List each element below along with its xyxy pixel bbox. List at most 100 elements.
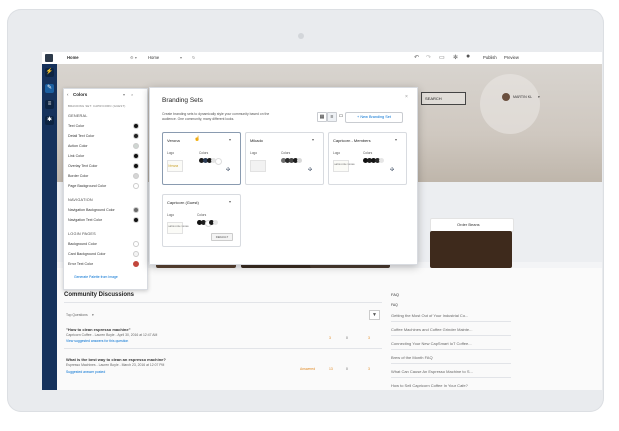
logo-label: Logo <box>167 213 175 217</box>
faq-title: FAQ <box>391 292 400 297</box>
grid-view-icon[interactable]: ▦ <box>317 112 327 122</box>
panel-menu-icon[interactable]: ▾ <box>123 92 125 97</box>
section-heading: LOGIN PAGES <box>68 232 96 236</box>
logo-thumbnail <box>250 160 266 172</box>
back-chevron-icon[interactable]: ‹ <box>67 92 69 97</box>
chevron-down-icon[interactable]: ▾ <box>229 199 231 204</box>
default-badge: DEFAULT <box>211 233 233 241</box>
card-name: Mikado <box>250 138 263 143</box>
color-swatch[interactable] <box>133 241 139 247</box>
color-swatch[interactable] <box>133 183 139 189</box>
generate-palette-link[interactable]: Generate Palette from Image <box>74 275 118 279</box>
settings-gear-icon[interactable]: ✻ <box>453 54 458 61</box>
faq-item[interactable]: Coffee Machines and Coffee Grinder Maint… <box>391 327 472 332</box>
chevron-down-icon[interactable]: ▾ <box>92 313 94 317</box>
refresh-icon[interactable]: ↻ <box>192 55 196 60</box>
avatar[interactable] <box>502 93 510 101</box>
votes-count: 0 <box>346 367 348 371</box>
color-dot <box>215 158 222 165</box>
post-title[interactable]: "How to clean espresso machine" <box>66 327 130 332</box>
color-label: Detail Text Color <box>68 134 95 138</box>
card-name: Verona <box>167 138 180 143</box>
page-label: Home <box>67 55 79 60</box>
color-swatch[interactable] <box>133 143 139 149</box>
undo-icon[interactable]: ↶ <box>414 54 419 61</box>
faq-item[interactable]: How to Sell Capricorn Coffee In Your Caf… <box>391 383 468 388</box>
post-meta: Capricorn Coffee - Lauren Boyle - April … <box>66 333 158 337</box>
cursor-hand-icon: ☝ <box>194 136 201 142</box>
close-icon[interactable]: × <box>405 94 408 100</box>
faq-item[interactable]: Getting the Most Out of Your Industrial … <box>391 313 468 318</box>
chevron-down-icon[interactable]: ▾ <box>180 55 182 60</box>
color-label: Card Background Color <box>68 252 106 256</box>
publish-button[interactable]: Publish <box>483 55 497 60</box>
colors-title: Colors <box>73 92 88 97</box>
section-heading: GENERAL <box>68 114 88 118</box>
chevron-down-icon[interactable]: ▾ <box>395 137 397 142</box>
settings-icon[interactable]: ✱ <box>45 116 54 125</box>
color-swatch[interactable] <box>133 153 139 159</box>
help-icon[interactable]: ● <box>466 53 470 60</box>
suggest-link[interactable]: Suggested answer posted <box>66 370 105 374</box>
color-label: Background Color <box>68 242 97 246</box>
color-dot <box>297 158 302 163</box>
preview-button[interactable]: Preview <box>504 55 519 60</box>
chevron-down-icon[interactable]: ▾ <box>538 95 540 99</box>
logo-thumbnail <box>167 222 183 234</box>
logo-label: Logo <box>333 151 341 155</box>
chevron-down-icon[interactable]: ▾ <box>312 137 314 142</box>
colors-panel <box>63 88 148 290</box>
page-select[interactable]: Home <box>148 55 159 60</box>
color-label: Link Color <box>68 154 85 158</box>
theme-icon[interactable]: ✎ <box>45 84 54 93</box>
redo-icon[interactable]: ↷ <box>426 54 431 61</box>
menu-icon[interactable]: ▭ <box>337 112 345 120</box>
color-label: Border Color <box>68 174 89 178</box>
color-swatch[interactable] <box>133 173 139 179</box>
logo-label: Logo <box>250 151 258 155</box>
filter-icon[interactable]: ▼ <box>369 310 380 320</box>
comments-count: 3 <box>368 336 370 340</box>
divider <box>391 335 511 336</box>
color-swatch[interactable] <box>133 217 139 223</box>
hero-decor <box>480 74 540 134</box>
color-label: Overlay Text Color <box>68 164 98 168</box>
divider <box>64 348 382 349</box>
color-swatch[interactable] <box>133 123 139 129</box>
user-menu[interactable]: MARTIN KL <box>513 95 532 99</box>
color-dot <box>379 158 384 163</box>
chevron-down-icon[interactable]: ▾ <box>229 137 231 142</box>
color-label: Navigation Background Color <box>68 208 115 212</box>
color-swatch[interactable] <box>133 133 139 139</box>
modal-description: Create branding sets to dynamically styl… <box>162 112 270 116</box>
order-beans-label: Order Beans <box>457 222 480 227</box>
discussions-filter[interactable]: Top Questions <box>66 313 88 317</box>
votes-count: 0 <box>346 336 348 340</box>
search-button[interactable]: SEARCH <box>421 92 466 105</box>
divider <box>64 302 382 303</box>
color-swatch[interactable] <box>133 207 139 213</box>
color-swatch[interactable] <box>133 251 139 257</box>
color-label: Navigation Text Color <box>68 218 103 222</box>
color-swatch[interactable] <box>133 163 139 169</box>
list-view-icon[interactable]: ≡ <box>327 112 337 122</box>
device-camera <box>298 33 304 39</box>
answered-badge: Answered <box>300 367 316 371</box>
color-label: Error Text Color <box>68 262 94 266</box>
color-swatch[interactable] <box>133 261 139 267</box>
logo-text: Verona <box>168 164 179 168</box>
faq-item[interactable]: Brew of the Month FAQ <box>391 355 433 360</box>
settings-icon[interactable]: ⚙ ▾ <box>130 55 137 60</box>
faq-item[interactable]: Connecting Your New CapSmart IoT Coffee.… <box>391 341 472 346</box>
faq-item[interactable]: What Can Cause An Espresso Machine to S.… <box>391 369 473 374</box>
app-menu-icon[interactable] <box>45 54 53 62</box>
new-branding-set-button[interactable]: + New Branding Set <box>345 112 403 123</box>
close-icon[interactable]: × <box>131 92 133 97</box>
pages-icon[interactable]: ≡ <box>45 100 54 109</box>
device-icon[interactable]: ▭ <box>439 54 445 61</box>
components-icon[interactable]: ⚡ <box>45 68 54 77</box>
post-title[interactable]: What is the best way to clean an espress… <box>66 357 166 362</box>
suggest-link[interactable]: View suggested answers for this question <box>66 339 128 343</box>
logo-text: CAPRICORN COFFEE <box>168 226 189 228</box>
color-label: Page Background Color <box>68 184 107 188</box>
